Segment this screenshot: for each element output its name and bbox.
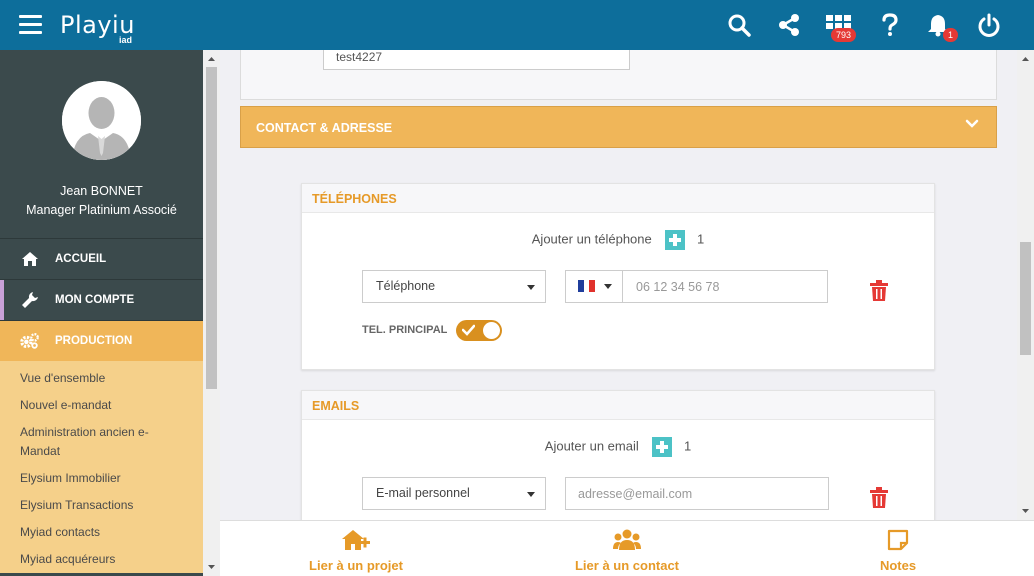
submenu-item[interactable]: Myiad acquéreurs xyxy=(0,546,203,573)
add-phone-button[interactable] xyxy=(665,230,686,250)
menu-icon[interactable] xyxy=(19,15,42,35)
add-email-button[interactable] xyxy=(652,437,673,457)
caret-down-icon xyxy=(527,285,535,290)
user-role: Manager Platinium Associé xyxy=(26,203,177,217)
emails-title: EMAILS xyxy=(302,391,934,420)
phone-type-select[interactable]: Téléphone xyxy=(362,270,546,303)
tel-principal-label: TEL. PRINCIPAL xyxy=(362,324,448,336)
sidebar-scroll-thumb[interactable] xyxy=(206,67,217,389)
scroll-down-icon[interactable] xyxy=(1017,506,1034,516)
caret-down-icon xyxy=(604,284,612,289)
email-count: 1 xyxy=(683,438,692,454)
production-submenu: Vue d'ensemble Nouvel e-mandat Administr… xyxy=(0,361,203,573)
add-email-label: Ajouter un email xyxy=(544,438,639,454)
email-type-value: E-mail personnel xyxy=(376,486,470,500)
submenu-item[interactable]: Vue d'ensemble xyxy=(0,365,203,392)
share-icon[interactable] xyxy=(776,12,802,38)
check-icon xyxy=(462,324,475,336)
phone-type-value: Téléphone xyxy=(376,279,436,293)
search-icon[interactable] xyxy=(726,12,752,38)
submenu-item[interactable]: Administration ancien e-Mandat xyxy=(0,419,203,465)
users-icon xyxy=(613,529,641,550)
avatar[interactable] xyxy=(62,81,141,160)
top-bar: Playiu iad 793 1 xyxy=(0,0,1034,50)
country-select[interactable] xyxy=(566,271,623,302)
link-project-label: Lier à un projet xyxy=(309,558,403,573)
sidebar-item-label: ACCUEIL xyxy=(55,253,107,265)
phones-panel: TÉLÉPHONES Ajouter un téléphone 1 Téléph… xyxy=(301,183,935,370)
note-icon xyxy=(887,529,909,551)
phone-number-group: 06 12 34 56 78 xyxy=(565,270,828,303)
toggle-knob xyxy=(483,322,500,339)
link-contact-label: Lier à un contact xyxy=(574,558,680,573)
bottom-action-bar: Lier à un projet Lier à un contact Notes xyxy=(220,520,1034,576)
emails-panel: EMAILS Ajouter un email 1 E-mail personn… xyxy=(301,390,935,520)
email-input[interactable]: adresse@email.com xyxy=(578,487,692,501)
sidebar-scrollbar[interactable] xyxy=(203,50,220,576)
notes-button[interactable]: Notes xyxy=(870,529,926,573)
chevron-down-icon[interactable] xyxy=(965,118,979,132)
identity-card: test4227 xyxy=(240,50,997,100)
add-email-row: Ajouter un email 1 xyxy=(302,437,934,457)
sidebar-item-accueil[interactable]: ACCUEIL xyxy=(0,238,203,279)
caret-down-icon xyxy=(527,492,535,497)
wrench-icon xyxy=(20,291,40,309)
identity-input[interactable]: test4227 xyxy=(323,50,630,70)
submenu-item[interactable]: Elysium Immobilier xyxy=(0,465,203,492)
scroll-up-icon[interactable] xyxy=(203,54,220,64)
sidebar-item-label: MON COMPTE xyxy=(55,294,135,306)
sidebar-item-mon-compte[interactable]: MON COMPTE xyxy=(0,279,203,320)
tel-principal-toggle[interactable] xyxy=(456,320,502,341)
user-info: Jean BONNET Manager Platinium Associé xyxy=(0,182,203,220)
email-type-select[interactable]: E-mail personnel xyxy=(362,477,546,510)
sidebar: Jean BONNET Manager Platinium Associé AC… xyxy=(0,50,203,576)
submenu-item[interactable]: Myiad contacts xyxy=(0,519,203,546)
add-phone-label: Ajouter un téléphone xyxy=(531,231,652,247)
apps-badge: 793 xyxy=(831,28,857,42)
user-profile: Jean BONNET Manager Platinium Associé xyxy=(0,50,203,238)
france-flag-icon xyxy=(578,280,596,292)
phone-count: 1 xyxy=(697,231,705,247)
section-header-contact[interactable]: CONTACT & ADRESSE xyxy=(240,106,997,148)
phones-title: TÉLÉPHONES xyxy=(302,184,934,213)
help-icon[interactable] xyxy=(877,12,903,38)
main-scrollbar[interactable] xyxy=(1017,50,1034,520)
main-scroll-thumb[interactable] xyxy=(1020,242,1031,355)
email-input-box[interactable]: adresse@email.com xyxy=(565,477,829,510)
main-content: test4227 CONTACT & ADRESSE TÉLÉPHONES Aj… xyxy=(220,50,1017,520)
add-phone-row: Ajouter un téléphone 1 xyxy=(302,230,934,250)
sidebar-item-label: PRODUCTION xyxy=(55,335,133,347)
link-project-button[interactable]: Lier à un projet xyxy=(306,529,406,573)
delete-phone-icon[interactable] xyxy=(869,280,889,302)
home-plus-icon xyxy=(342,530,370,550)
home-icon xyxy=(20,251,40,267)
power-icon[interactable] xyxy=(976,12,1002,38)
delete-email-icon[interactable] xyxy=(869,487,889,509)
notification-badge: 1 xyxy=(943,28,959,42)
gears-icon xyxy=(20,332,40,350)
link-contact-button[interactable]: Lier à un contact xyxy=(566,529,688,573)
scroll-down-icon[interactable] xyxy=(203,562,220,572)
scroll-up-icon[interactable] xyxy=(1017,54,1034,64)
phone-number-input[interactable]: 06 12 34 56 78 xyxy=(636,280,719,294)
notes-label: Notes xyxy=(879,558,917,573)
submenu-item[interactable]: Nouvel e-mandat xyxy=(0,392,203,419)
user-name: Jean BONNET xyxy=(60,184,143,198)
sidebar-item-production[interactable]: PRODUCTION xyxy=(0,320,203,361)
app-logo-sub: iad xyxy=(119,35,133,45)
section-title: CONTACT & ADRESSE xyxy=(256,121,393,135)
submenu-item[interactable]: Elysium Transactions xyxy=(0,492,203,519)
